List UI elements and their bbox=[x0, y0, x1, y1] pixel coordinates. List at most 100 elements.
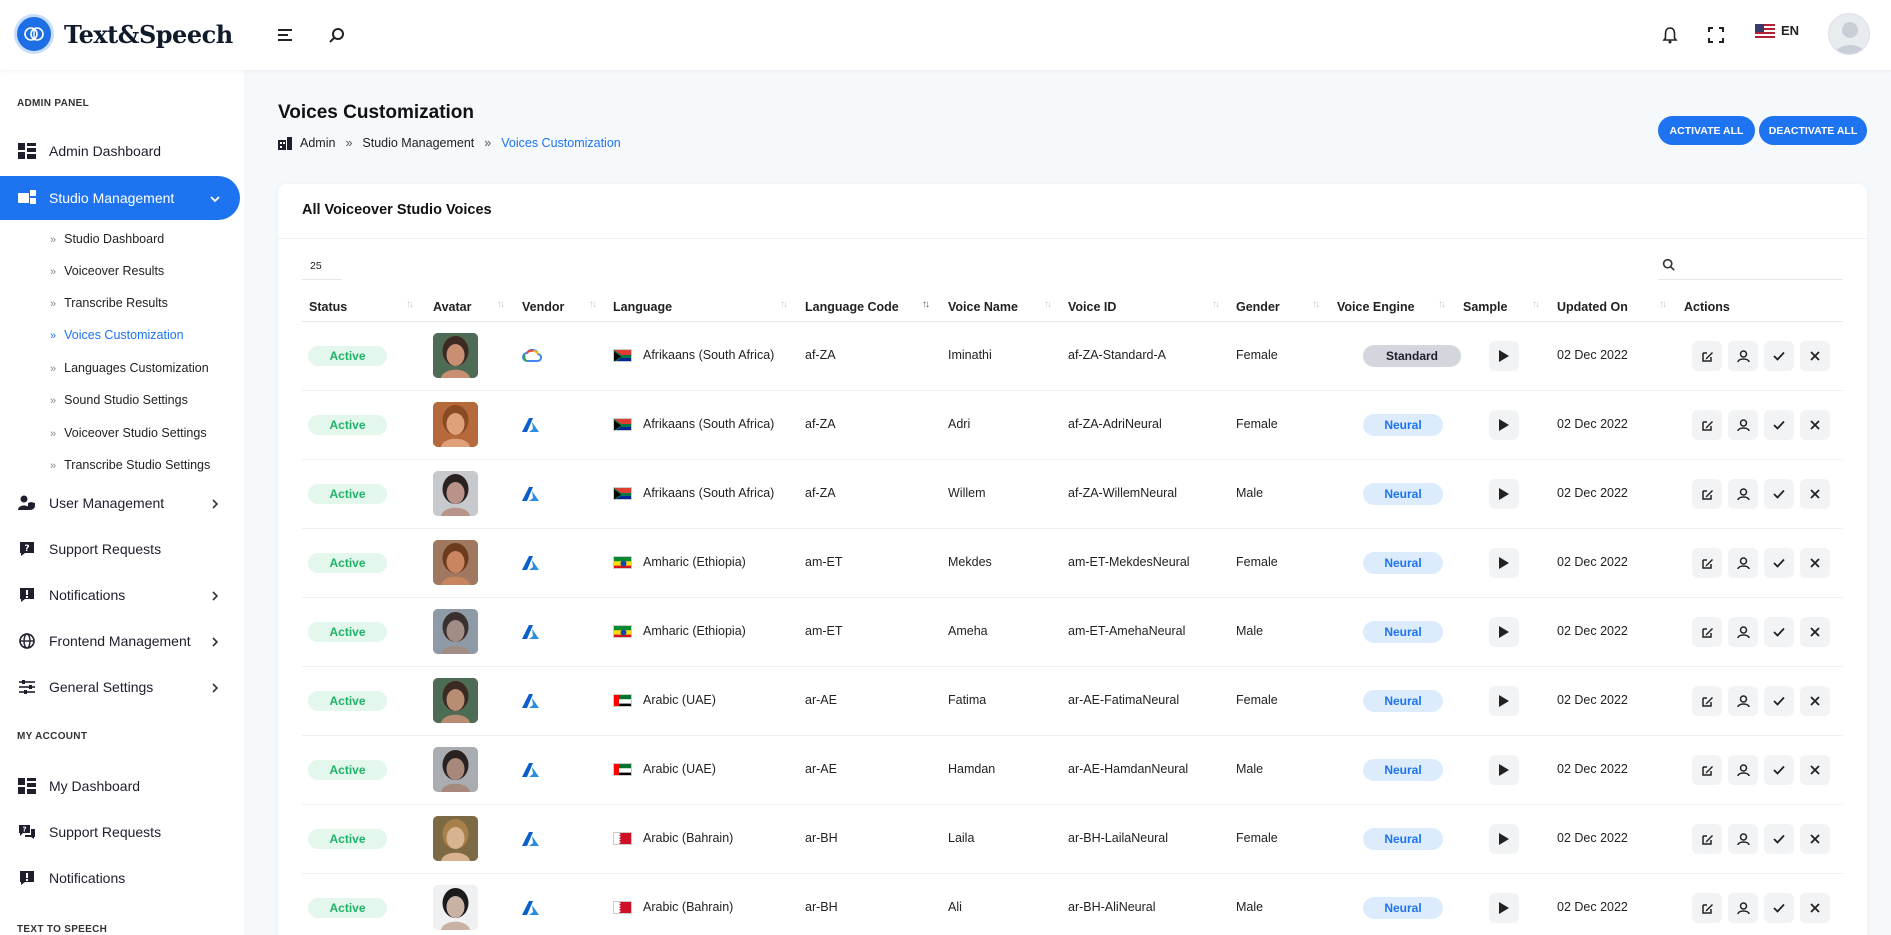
question-bubbles-icon: ? bbox=[17, 822, 37, 842]
voice-engine-badge: Standard bbox=[1363, 345, 1461, 367]
activate-check-icon[interactable] bbox=[1764, 617, 1794, 647]
user-avatar[interactable] bbox=[1828, 13, 1870, 55]
activate-check-icon[interactable] bbox=[1764, 341, 1794, 371]
bell-icon[interactable] bbox=[1657, 22, 1683, 48]
edit-icon[interactable] bbox=[1692, 548, 1722, 578]
column-header-gender[interactable]: Gender bbox=[1236, 300, 1280, 314]
deactivate-close-icon[interactable] bbox=[1800, 479, 1830, 509]
voice-id-cell: am-ET-MekdesNeural bbox=[1068, 555, 1190, 569]
deactivate-close-icon[interactable] bbox=[1800, 755, 1830, 785]
language-code: EN bbox=[1781, 23, 1800, 38]
sub-item-studio-dashboard[interactable]: » Studio Dashboard bbox=[50, 232, 164, 246]
edit-icon[interactable] bbox=[1692, 479, 1722, 509]
play-sample-button[interactable] bbox=[1489, 410, 1519, 440]
language-selector[interactable]: EN bbox=[1755, 23, 1799, 38]
sidebar-item-user-management[interactable]: User Management bbox=[0, 481, 240, 525]
user-voice-icon[interactable] bbox=[1728, 686, 1758, 716]
sub-item-voiceover-results[interactable]: » Voiceover Results bbox=[50, 264, 164, 278]
user-voice-icon[interactable] bbox=[1728, 824, 1758, 854]
section-admin-panel: ADMIN PANEL bbox=[17, 98, 90, 109]
edit-icon[interactable] bbox=[1692, 755, 1722, 785]
column-header-language-code[interactable]: Language Code bbox=[805, 300, 899, 314]
play-sample-button[interactable] bbox=[1489, 548, 1519, 578]
sub-item-transcribe-studio-settings[interactable]: » Transcribe Studio Settings bbox=[50, 458, 210, 472]
activate-check-icon[interactable] bbox=[1764, 548, 1794, 578]
search-icon[interactable] bbox=[324, 22, 350, 48]
user-voice-icon[interactable] bbox=[1728, 341, 1758, 371]
sidebar-item-notifications[interactable]: Notifications bbox=[0, 573, 240, 617]
azure-icon bbox=[522, 900, 542, 916]
play-sample-button[interactable] bbox=[1489, 755, 1519, 785]
user-voice-icon[interactable] bbox=[1728, 893, 1758, 923]
play-sample-button[interactable] bbox=[1489, 686, 1519, 716]
activate-check-icon[interactable] bbox=[1764, 755, 1794, 785]
voice-name-cell: Mekdes bbox=[948, 555, 992, 569]
edit-icon[interactable] bbox=[1692, 686, 1722, 716]
deactivate-close-icon[interactable] bbox=[1800, 617, 1830, 647]
sidebar-item-my-dashboard[interactable]: My Dashboard bbox=[0, 764, 240, 808]
deactivate-close-icon[interactable] bbox=[1800, 410, 1830, 440]
sidebar-item-my-support-requests[interactable]: ? Support Requests bbox=[0, 810, 240, 854]
user-voice-icon[interactable] bbox=[1728, 479, 1758, 509]
play-sample-button[interactable] bbox=[1489, 893, 1519, 923]
column-header-vendor[interactable]: Vendor bbox=[522, 300, 564, 314]
column-header-voice-engine[interactable]: Voice Engine bbox=[1337, 300, 1415, 314]
edit-icon[interactable] bbox=[1692, 824, 1722, 854]
sub-item-voiceover-studio-settings[interactable]: » Voiceover Studio Settings bbox=[50, 426, 207, 440]
deactivate-close-icon[interactable] bbox=[1800, 824, 1830, 854]
language-cell: Afrikaans (South Africa) bbox=[643, 348, 775, 362]
play-sample-button[interactable] bbox=[1489, 479, 1519, 509]
activate-all-button[interactable]: ACTIVATE ALL bbox=[1658, 116, 1755, 145]
play-sample-button[interactable] bbox=[1489, 617, 1519, 647]
breadcrumb-current: Voices Customization bbox=[501, 136, 621, 150]
sidebar-item-studio-management[interactable]: Studio Management bbox=[0, 176, 240, 220]
edit-icon[interactable] bbox=[1692, 893, 1722, 923]
activate-check-icon[interactable] bbox=[1764, 410, 1794, 440]
deactivate-close-icon[interactable] bbox=[1800, 893, 1830, 923]
chevron-right-icon bbox=[210, 634, 220, 650]
page-size-select[interactable]: 25 bbox=[302, 252, 342, 280]
fullscreen-icon[interactable] bbox=[1703, 22, 1729, 48]
sub-item-languages-customization[interactable]: » Languages Customization bbox=[50, 361, 209, 375]
gender-cell: Male bbox=[1236, 624, 1264, 638]
play-sample-button[interactable] bbox=[1489, 341, 1519, 371]
edit-icon[interactable] bbox=[1692, 617, 1722, 647]
deactivate-close-icon[interactable] bbox=[1800, 686, 1830, 716]
sub-item-voices-customization[interactable]: » Voices Customization bbox=[50, 328, 184, 342]
edit-icon[interactable] bbox=[1692, 341, 1722, 371]
breadcrumb-admin[interactable]: Admin bbox=[300, 136, 335, 150]
column-header-avatar[interactable]: Avatar bbox=[433, 300, 471, 314]
sidebar-item-frontend-management[interactable]: Frontend Management bbox=[0, 619, 240, 663]
column-header-voice-id[interactable]: Voice ID bbox=[1068, 300, 1116, 314]
activate-check-icon[interactable] bbox=[1764, 686, 1794, 716]
voice-name-cell: Ali bbox=[948, 900, 962, 914]
menu-toggle-icon[interactable] bbox=[273, 22, 299, 48]
sub-item-sound-studio-settings[interactable]: » Sound Studio Settings bbox=[50, 393, 188, 407]
column-header-language[interactable]: Language bbox=[613, 300, 672, 314]
logo[interactable]: Text&Speech bbox=[14, 14, 233, 54]
table-search-input[interactable] bbox=[1658, 252, 1843, 280]
sidebar-item-general-settings[interactable]: General Settings bbox=[0, 665, 240, 709]
column-header-status[interactable]: Status bbox=[309, 300, 347, 314]
column-header-updated-on[interactable]: Updated On bbox=[1557, 300, 1628, 314]
edit-icon[interactable] bbox=[1692, 410, 1722, 440]
sidebar-item-support-requests[interactable]: ? Support Requests bbox=[0, 527, 240, 571]
user-voice-icon[interactable] bbox=[1728, 617, 1758, 647]
deactivate-close-icon[interactable] bbox=[1800, 341, 1830, 371]
user-voice-icon[interactable] bbox=[1728, 755, 1758, 785]
activate-check-icon[interactable] bbox=[1764, 893, 1794, 923]
play-sample-button[interactable] bbox=[1489, 824, 1519, 854]
deactivate-all-button[interactable]: DEACTIVATE ALL bbox=[1759, 116, 1867, 145]
breadcrumb-studio-management[interactable]: Studio Management bbox=[362, 136, 474, 150]
column-header-voice-name[interactable]: Voice Name bbox=[948, 300, 1018, 314]
sub-item-transcribe-results[interactable]: » Transcribe Results bbox=[50, 296, 168, 310]
sidebar-item-admin-dashboard[interactable]: Admin Dashboard bbox=[0, 129, 240, 173]
column-header-sample[interactable]: Sample bbox=[1463, 300, 1507, 314]
user-voice-icon[interactable] bbox=[1728, 410, 1758, 440]
activate-check-icon[interactable] bbox=[1764, 824, 1794, 854]
table-row: Active Arabic (Bahrain) ar-BH Laila ar-BH-La… bbox=[302, 805, 1843, 874]
user-voice-icon[interactable] bbox=[1728, 548, 1758, 578]
sidebar-item-my-notifications[interactable]: Notifications bbox=[0, 856, 240, 900]
activate-check-icon[interactable] bbox=[1764, 479, 1794, 509]
deactivate-close-icon[interactable] bbox=[1800, 548, 1830, 578]
